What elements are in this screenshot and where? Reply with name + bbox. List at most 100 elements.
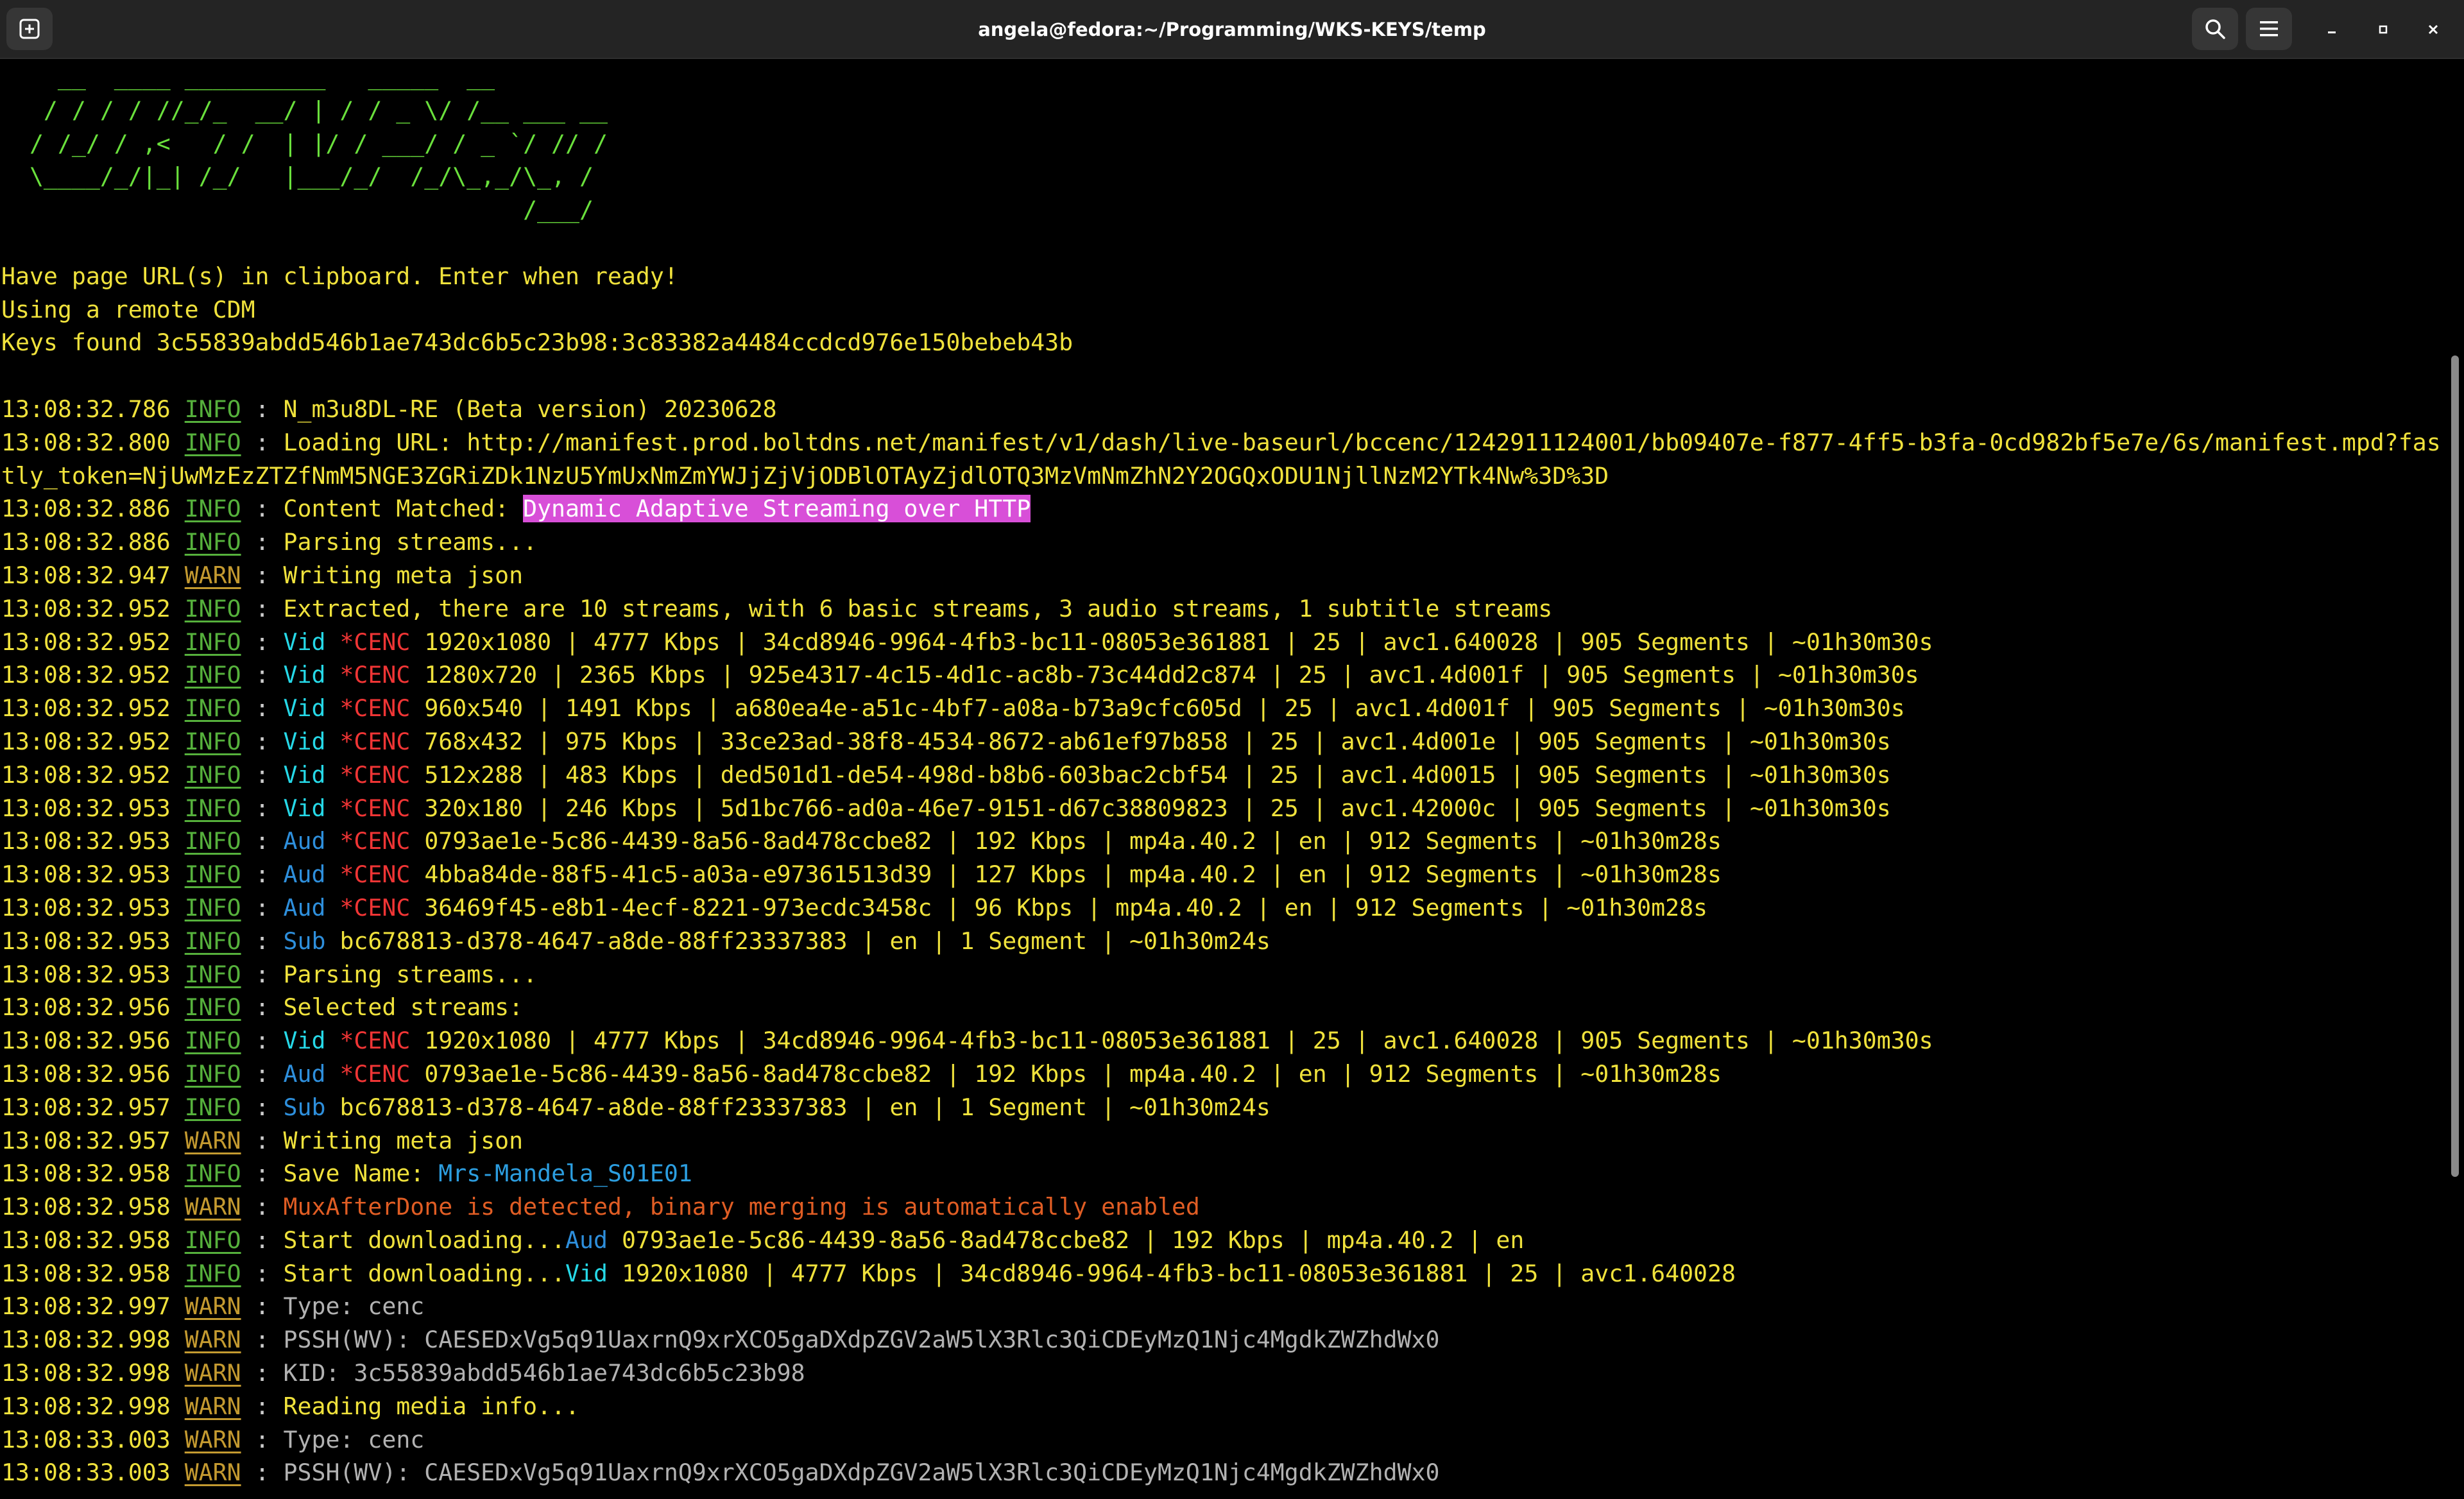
hamburger-menu-icon (2260, 21, 2278, 37)
log-line: 13:08:32.952 INFO : Vid *CENC 1920x1080 … (1, 628, 1933, 656)
log-message: bc678813-d378-4647-a8de-88ff23337383 | e… (339, 927, 1270, 955)
log-timestamp: 13:08:32.800 (1, 428, 171, 456)
new-tab-icon (19, 19, 40, 39)
log-line: 13:08:32.953 INFO : Aud *CENC 36469f45-e… (1, 893, 1708, 921)
header-bar: angela@fedora:~/Programming/WKS-KEYS/tem… (0, 0, 2464, 59)
new-tab-button[interactable] (6, 8, 53, 50)
log-line: 13:08:32.953 INFO : Vid *CENC 320x180 | … (1, 794, 1891, 822)
vertical-scrollbar[interactable] (2446, 60, 2464, 1499)
encryption-tag: *CENC (339, 694, 411, 723)
log-highlight: Dynamic Adaptive Streaming over HTTP (523, 495, 1031, 523)
log-timestamp: 13:08:32.956 (1, 993, 171, 1022)
ascii-banner-text: __ ____ __________ _____ __ (1, 63, 495, 90)
log-line: 13:08:32.886 INFO : Content Matched: Dyn… (1, 495, 1031, 523)
ascii-banner-line: __ ____ __________ _____ __ (1, 60, 2438, 94)
encryption-tag: *CENC (339, 893, 411, 921)
encryption-tag: *CENC (339, 794, 411, 822)
log-level-info: INFO (184, 528, 241, 556)
ascii-banner-text: /___/ (1, 196, 594, 224)
log-line: 13:08:32.958 WARN : MuxAfterDone is dete… (1, 1193, 1200, 1221)
log-line: 13:08:32.958 INFO : Start downloading...… (1, 1259, 1736, 1287)
stream-type-vid: Vid (283, 661, 326, 689)
log-line: 13:08:32.953 INFO : Aud *CENC 4bba84de-8… (1, 861, 1722, 889)
log-level-info: INFO (184, 694, 241, 723)
log-timestamp: 13:08:32.786 (1, 395, 171, 423)
log-timestamp: 13:08:32.957 (1, 1126, 171, 1154)
log-message: 0793ae1e-5c86-4439-8a56-8ad478ccbe82 | 1… (424, 827, 1722, 855)
log-timestamp: 13:08:32.956 (1, 1027, 171, 1055)
log-timestamp: 13:08:32.952 (1, 661, 171, 689)
log-line: 13:08:32.953 INFO : Aud *CENC 0793ae1e-5… (1, 827, 1722, 855)
stream-type-aud: Aud (283, 861, 326, 889)
log-level-info: INFO (184, 1059, 241, 1088)
log-alert: MuxAfterDone is detected, binary merging… (283, 1193, 1200, 1221)
log-level-info: INFO (184, 827, 241, 855)
scrollbar-thumb[interactable] (2451, 355, 2459, 1177)
encryption-tag: *CENC (339, 628, 411, 656)
maximize-button[interactable] (2366, 13, 2400, 46)
main-menu-button[interactable] (2246, 8, 2292, 50)
encryption-tag: *CENC (339, 727, 411, 755)
stream-type-vid: Vid (283, 694, 326, 723)
stream-type-vid: Vid (565, 1259, 608, 1287)
log-message: N_m3u8DL-RE (Beta version) 20230628 (283, 395, 777, 423)
window-title: angela@fedora:~/Programming/WKS-KEYS/tem… (978, 19, 1486, 40)
log-message: 768x432 | 975 Kbps | 33ce23ad-38f8-4534-… (424, 727, 1891, 755)
log-timestamp: 13:08:32.952 (1, 727, 171, 755)
minimize-button[interactable] (2315, 13, 2348, 46)
log-line: 13:08:32.957 INFO : Sub bc678813-d378-46… (1, 1093, 1270, 1121)
log-level-info: INFO (184, 395, 241, 423)
log-message: 1920x1080 | 4777 Kbps | 34cd8946-9964-4f… (424, 1027, 1933, 1055)
log-line: 13:08:32.952 INFO : Vid *CENC 512x288 | … (1, 760, 1891, 789)
log-level-warn: WARN (184, 1392, 241, 1420)
log-message: Selected streams: (283, 993, 524, 1022)
log-timestamp: 13:08:32.886 (1, 528, 171, 556)
log-line: 13:08:32.947 WARN : Writing meta json (1, 561, 524, 589)
log-level-info: INFO (184, 960, 241, 988)
log-timestamp: 13:08:32.952 (1, 594, 171, 622)
log-line: 13:08:32.997 WARN : Type: cenc (1, 1292, 425, 1321)
stream-type-aud: Aud (283, 1059, 326, 1088)
log-line: 13:08:32.958 INFO : Save Name: Mrs-Mande… (1, 1160, 692, 1188)
log-timestamp: 13:08:32.958 (1, 1193, 171, 1221)
stream-type-vid: Vid (283, 727, 326, 755)
log-message: Extracted, there are 10 streams, with 6 … (283, 594, 1553, 622)
log-message: 1920x1080 | 4777 Kbps | 34cd8946-9964-4f… (424, 628, 1933, 656)
log-line: 13:08:32.886 INFO : Parsing streams... (1, 528, 538, 556)
log-line: 13:08:32.958 INFO : Start downloading...… (1, 1226, 1525, 1254)
log-level-warn: WARN (184, 1193, 241, 1221)
log-line: 13:08:32.956 INFO : Aud *CENC 0793ae1e-5… (1, 1059, 1722, 1088)
log-message: Save Name: (283, 1160, 439, 1188)
ascii-banner-text: \____/_/|_| /_/ |___/_/ /_/\_,_/\_, / (1, 162, 594, 191)
log-line: 13:08:32.786 INFO : N_m3u8DL-RE (Beta ve… (1, 395, 777, 423)
log-message: tly_token=NjUwMzEzZTZfNmM5NGE3ZGRiZDk1Nz… (1, 461, 1609, 490)
log-level-info: INFO (184, 1027, 241, 1055)
log-message: 512x288 | 483 Kbps | ded501d1-de54-498d-… (424, 760, 1891, 789)
terminal-output[interactable]: __ ____ __________ _____ __ / / / / //_/… (0, 60, 2438, 1499)
status-message: Have page URL(s) in clipboard. Enter whe… (1, 260, 2438, 293)
stream-type-aud: Aud (283, 893, 326, 921)
log-timestamp: 13:08:32.956 (1, 1059, 171, 1088)
search-button[interactable] (2192, 8, 2238, 50)
log-line: 13:08:32.998 WARN : Reading media info..… (1, 1392, 580, 1420)
close-button[interactable] (2417, 13, 2450, 46)
ascii-banner-text: / / / / //_/_ __/ | / / _ \/ /__ ___ __ (1, 96, 608, 124)
log-level-info: INFO (184, 1226, 241, 1254)
log-timestamp: 13:08:33.003 (1, 1425, 171, 1453)
log-detail: Type: cenc (283, 1425, 425, 1453)
log-level-warn: WARN (184, 1292, 241, 1321)
log-message: Content Matched: (283, 495, 524, 523)
log-line: 13:08:32.998 WARN : KID: 3c55839abdd546b… (1, 1359, 805, 1387)
ascii-banner-line: / / / / //_/_ __/ | / / _ \/ /__ ___ __ (1, 94, 2438, 127)
log-line: 13:08:33.003 WARN : Type: cenc (1, 1425, 425, 1453)
log-message: 960x540 | 1491 Kbps | a680ea4e-a51c-4bf7… (424, 694, 1905, 723)
log-timestamp: 13:08:32.953 (1, 861, 171, 889)
log-timestamp: 13:08:32.952 (1, 760, 171, 789)
stream-type-sub: Sub (283, 1093, 326, 1121)
log-message: Loading URL: http://manifest.prod.boltdn… (283, 428, 2438, 456)
ascii-banner-line: \____/_/|_| /_/ |___/_/ /_/\_,_/\_, / (1, 160, 2438, 193)
log-line: 13:08:32.800 INFO : Loading URL: http://… (1, 426, 2438, 459)
log-level-info: INFO (184, 628, 241, 656)
status-message-text: Using a remote CDM (1, 295, 255, 323)
log-line: 13:08:32.952 INFO : Extracted, there are… (1, 594, 1553, 622)
